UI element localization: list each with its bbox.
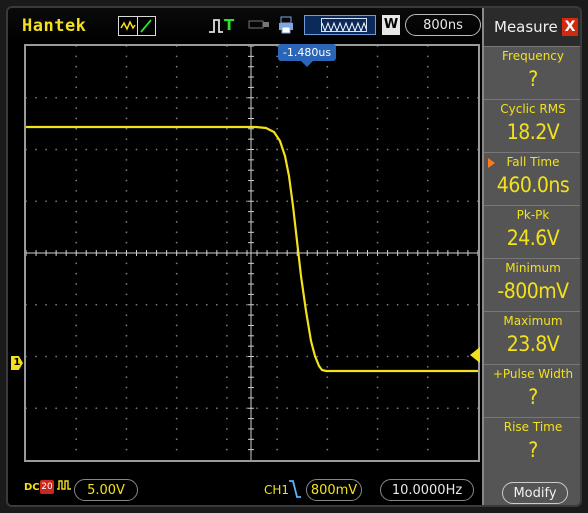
volts-per-div[interactable]: 5.00V	[74, 479, 138, 501]
measure-item[interactable]: +Pulse Width?	[484, 364, 580, 417]
pulse-icon	[57, 478, 71, 496]
measure-label: Cyclic RMS	[500, 102, 566, 116]
measure-value: -800mV	[497, 279, 569, 303]
measure-item[interactable]: Pk-Pk 24.6V	[484, 205, 580, 258]
trigger-source-label: CH1	[264, 483, 290, 497]
measure-item[interactable]: Frequency?	[484, 46, 580, 99]
memory-bar-icon[interactable]	[304, 15, 376, 35]
measure-value: 460.0ns	[496, 173, 570, 197]
oscilloscope-screen: Hantek T W 800ns -1.480us 1 DC 20 5.00V …	[6, 6, 582, 507]
measure-value: 23.8V	[506, 332, 560, 356]
bandwidth-limit-icon: 20	[40, 480, 54, 494]
measure-value: ?	[528, 67, 538, 91]
measure-label: Fall Time	[506, 155, 560, 169]
measure-label: Frequency	[502, 49, 564, 63]
falling-edge-icon	[288, 479, 302, 504]
measure-label: Maximum	[503, 314, 563, 328]
measure-label: +Pulse Width	[492, 367, 574, 381]
measure-label: Rise Time	[503, 420, 563, 434]
timebase-readout[interactable]: 800ns	[405, 14, 481, 36]
measure-item[interactable]: Rise Time?	[484, 417, 580, 470]
trigger-position-marker[interactable]: -1.480us	[278, 44, 336, 67]
measure-value: ?	[528, 385, 538, 409]
measure-value: ?	[528, 438, 538, 462]
close-button[interactable]: X	[562, 18, 578, 36]
acquire-mode-icon[interactable]	[118, 16, 156, 36]
measure-item[interactable]: Minimum -800mV	[484, 258, 580, 311]
brand-logo: Hantek	[22, 16, 87, 36]
measure-value: 18.2V	[506, 120, 560, 144]
measure-item[interactable]: Cyclic RMS 18.2V	[484, 99, 580, 152]
trigger-level-marker[interactable]	[470, 347, 480, 363]
panel-title: Measure	[494, 18, 558, 36]
measure-item[interactable]: Maximum 23.8V	[484, 311, 580, 364]
usb-icon	[248, 16, 274, 34]
trigger-icon[interactable]: T	[208, 16, 244, 34]
measure-value: 24.6V	[506, 226, 560, 250]
dc-coupling-icon: DC	[24, 482, 40, 493]
measure-label: Minimum	[505, 261, 561, 275]
measure-panel: Measure X Frequency? Cyclic RMS 18.2V Fall …	[482, 8, 580, 505]
ch1-trace	[26, 125, 478, 373]
modify-button[interactable]: Modify	[502, 482, 568, 504]
frequency-readout: 10.0000Hz	[380, 479, 474, 501]
waveform-plot[interactable]	[24, 44, 480, 462]
measure-item[interactable]: Fall Time 460.0ns	[484, 152, 580, 205]
panel-header: Measure X	[484, 8, 580, 46]
bottom-status-bar: DC 20 5.00V CH1 800mV 10.0000Hz	[8, 464, 482, 505]
print-icon[interactable]	[278, 16, 296, 34]
trigger-level-readout[interactable]: 800mV	[306, 479, 362, 501]
ch1-ground-marker[interactable]: 1	[11, 356, 23, 370]
top-status-bar: Hantek T W 800ns	[8, 8, 482, 44]
graticule	[26, 46, 478, 460]
measure-label: Pk-Pk	[516, 208, 550, 222]
window-badge[interactable]: W	[382, 15, 400, 35]
